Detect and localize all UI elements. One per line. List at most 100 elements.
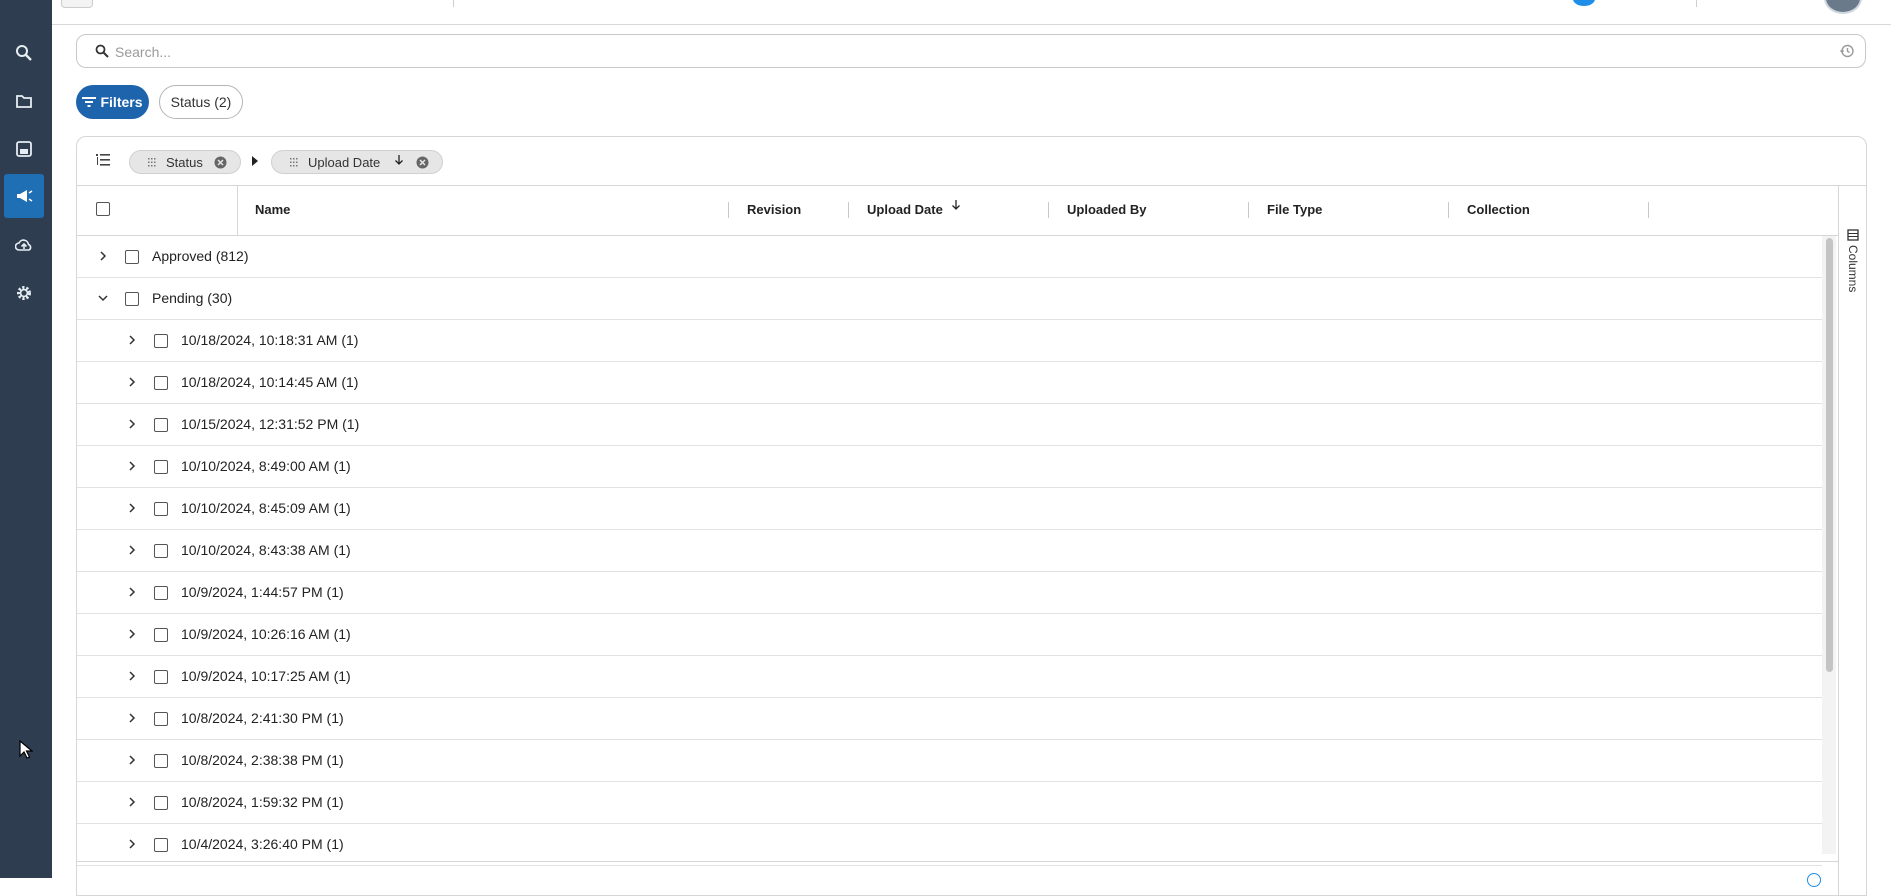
row-checkbox[interactable]	[154, 670, 168, 684]
top-bar-divider	[1696, 0, 1697, 7]
subgroup-row[interactable]: 10/9/2024, 10:26:16 AM (1)	[77, 614, 1822, 656]
chevron-right-icon[interactable]	[126, 586, 138, 598]
group-label: Approved (812)	[152, 248, 249, 264]
column-resize-handle[interactable]	[848, 202, 849, 218]
top-bar-menu-button[interactable]	[61, 0, 93, 8]
columns-panel-tab[interactable]: Columns	[1846, 229, 1860, 292]
subgroup-row[interactable]: 10/18/2024, 10:18:31 AM (1)	[77, 320, 1822, 362]
row-checkbox[interactable]	[154, 376, 168, 390]
column-resize-handle[interactable]	[1648, 202, 1649, 218]
column-header-uploaded-by[interactable]: Uploaded By	[1067, 202, 1146, 217]
chevron-right-icon[interactable]	[126, 544, 138, 556]
column-header-revision[interactable]: Revision	[747, 202, 801, 217]
save-icon	[16, 141, 32, 157]
column-resize-handle[interactable]	[1448, 202, 1449, 218]
subgroup-row[interactable]: 10/8/2024, 2:41:30 PM (1)	[77, 698, 1822, 740]
group-label: Pending (30)	[152, 290, 233, 306]
notification-icon[interactable]	[1573, 0, 1595, 6]
column-header-collection[interactable]: Collection	[1467, 202, 1530, 217]
remove-icon[interactable]	[214, 156, 227, 169]
column-header-file-type[interactable]: File Type	[1267, 202, 1322, 217]
group-label: 10/9/2024, 1:44:57 PM (1)	[181, 584, 344, 600]
subgroup-row[interactable]: 10/10/2024, 8:43:38 AM (1)	[77, 530, 1822, 572]
status-filter-chip[interactable]: Status (2)	[159, 85, 243, 119]
subgroup-row[interactable]: 10/9/2024, 10:17:25 AM (1)	[77, 656, 1822, 698]
filters-button[interactable]: Filters	[76, 85, 149, 119]
group-row[interactable]: Approved (812)	[77, 236, 1822, 278]
group-label: 10/18/2024, 10:18:31 AM (1)	[181, 332, 359, 348]
row-checkbox[interactable]	[154, 460, 168, 474]
rail-folder-button[interactable]	[4, 79, 44, 123]
subgroup-row[interactable]: 10/8/2024, 1:59:32 PM (1)	[77, 782, 1822, 824]
column-resize-handle[interactable]	[1248, 202, 1249, 218]
chevron-right-icon[interactable]	[97, 250, 109, 262]
avatar[interactable]	[1824, 0, 1862, 14]
column-header-upload-date[interactable]: Upload Date	[867, 202, 943, 217]
select-all-checkbox[interactable]	[96, 202, 110, 216]
history-icon[interactable]	[1839, 43, 1855, 59]
row-checkbox[interactable]	[154, 334, 168, 348]
subgroup-row[interactable]: 10/18/2024, 10:14:45 AM (1)	[77, 362, 1822, 404]
chevron-right-icon[interactable]	[126, 796, 138, 808]
row-checkbox[interactable]	[154, 754, 168, 768]
chevron-right-icon[interactable]	[126, 628, 138, 640]
remove-icon[interactable]	[416, 156, 429, 169]
search-input[interactable]	[113, 41, 1817, 63]
info-icon[interactable]	[1807, 873, 1821, 887]
row-checkbox[interactable]	[154, 544, 168, 558]
subgroup-row[interactable]: 10/9/2024, 1:44:57 PM (1)	[77, 572, 1822, 614]
column-resize-handle[interactable]	[728, 202, 729, 218]
chevron-right-icon[interactable]	[126, 712, 138, 724]
row-checkbox[interactable]	[154, 418, 168, 432]
column-header-name[interactable]: Name	[255, 202, 290, 217]
chevron-right-icon[interactable]	[126, 376, 138, 388]
row-checkbox[interactable]	[154, 502, 168, 516]
group-pill-label: Upload Date	[308, 154, 381, 170]
filter-icon	[82, 97, 97, 107]
group-pill-status[interactable]: Status	[129, 150, 241, 174]
row-checkbox[interactable]	[125, 250, 139, 264]
chevron-right-icon[interactable]	[126, 838, 138, 850]
grid-footer	[77, 861, 1838, 895]
group-row[interactable]: Pending (30)	[77, 278, 1822, 320]
folder-icon	[16, 95, 32, 108]
vertical-scrollbar[interactable]	[1822, 236, 1836, 854]
rail-upload-button[interactable]	[4, 223, 44, 267]
row-checkbox[interactable]	[154, 796, 168, 810]
drag-handle-icon[interactable]	[148, 157, 158, 167]
drag-handle-icon[interactable]	[290, 157, 300, 167]
chevron-right-icon[interactable]	[126, 418, 138, 430]
group-label: 10/18/2024, 10:14:45 AM (1)	[181, 374, 359, 390]
chevron-right-icon[interactable]	[126, 334, 138, 346]
scrollbar-thumb[interactable]	[1826, 238, 1833, 672]
column-resize-handle[interactable]	[1048, 202, 1049, 218]
subgroup-row[interactable]: 10/10/2024, 8:45:09 AM (1)	[77, 488, 1822, 530]
row-checkbox[interactable]	[154, 838, 168, 852]
subgroup-row[interactable]: 10/10/2024, 8:49:00 AM (1)	[77, 446, 1822, 488]
subgroup-row[interactable]: 10/15/2024, 12:31:52 PM (1)	[77, 404, 1822, 446]
rail-save-button[interactable]	[4, 127, 44, 171]
subgroup-row[interactable]: 10/4/2024, 3:26:40 PM (1)	[77, 824, 1822, 866]
rail-campaign-button[interactable]	[4, 174, 44, 218]
top-bar	[52, 0, 1891, 25]
chevron-down-icon[interactable]	[97, 292, 109, 304]
row-checkbox[interactable]	[125, 292, 139, 306]
header-divider	[237, 185, 238, 235]
chevron-right-icon[interactable]	[126, 754, 138, 766]
subgroup-row[interactable]: 10/8/2024, 2:38:38 PM (1)	[77, 740, 1822, 782]
group-label: 10/8/2024, 1:59:32 PM (1)	[181, 794, 344, 810]
group-pill-upload-date[interactable]: Upload Date	[271, 150, 443, 174]
chevron-right-icon[interactable]	[126, 460, 138, 472]
search-icon	[95, 44, 109, 58]
row-checkbox[interactable]	[154, 628, 168, 642]
gear-icon	[17, 286, 31, 300]
row-checkbox[interactable]	[154, 712, 168, 726]
rail-settings-button[interactable]	[4, 271, 44, 315]
group-pill-label: Status	[166, 154, 203, 170]
group-label: 10/8/2024, 2:38:38 PM (1)	[181, 752, 344, 768]
sort-descending-icon[interactable]	[951, 199, 961, 211]
row-checkbox[interactable]	[154, 586, 168, 600]
chevron-right-icon[interactable]	[126, 670, 138, 682]
rail-search-button[interactable]	[4, 31, 44, 75]
chevron-right-icon[interactable]	[126, 502, 138, 514]
